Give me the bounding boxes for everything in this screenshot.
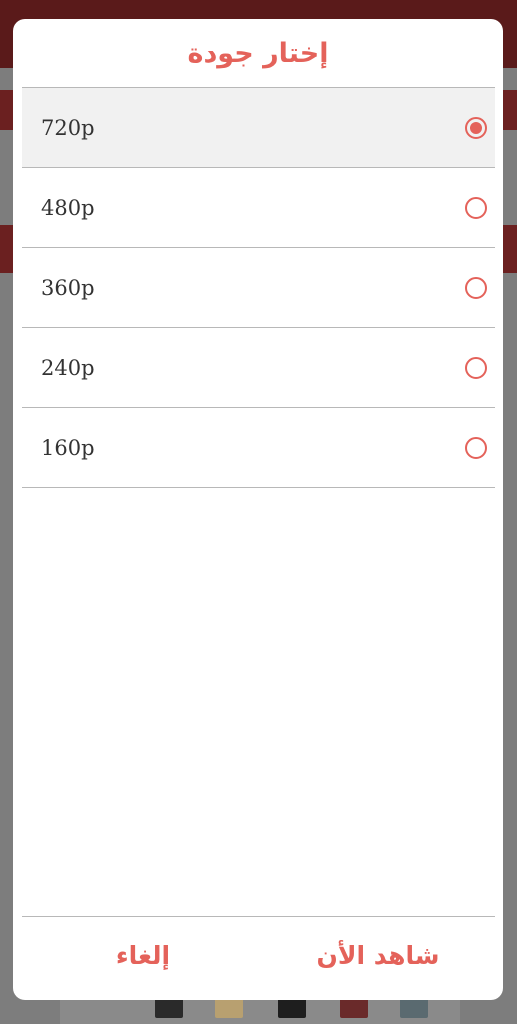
dialog-title: إختار جودة bbox=[187, 37, 329, 69]
quality-option-160p[interactable]: 160p bbox=[22, 408, 495, 488]
background-thumbnail bbox=[155, 998, 183, 1018]
radio-unselected-icon[interactable] bbox=[465, 276, 487, 299]
background-thumbnail bbox=[278, 998, 306, 1018]
radio-dot bbox=[470, 121, 482, 134]
watch-now-button[interactable]: شاهد الأن bbox=[293, 917, 463, 993]
radio-unselected-icon[interactable] bbox=[465, 356, 487, 379]
quality-option-720p[interactable]: 720p bbox=[22, 88, 495, 168]
background-card-strip bbox=[503, 90, 517, 130]
quality-option-360p[interactable]: 360p bbox=[22, 248, 495, 328]
radio-unselected-icon[interactable] bbox=[465, 196, 487, 219]
quality-option-label: 160p bbox=[41, 435, 95, 460]
quality-dialog: إختار جودة 720p 480p 360p 240p 160p إلغا… bbox=[13, 19, 503, 1000]
quality-option-label: 480p bbox=[41, 195, 95, 220]
background-card-strip bbox=[0, 90, 14, 130]
cancel-button[interactable]: إلغاء bbox=[73, 917, 213, 993]
radio-selected-icon[interactable] bbox=[465, 116, 487, 139]
background-thumbnail bbox=[215, 998, 243, 1018]
background-card-strip bbox=[503, 225, 517, 273]
dialog-footer: إلغاء شاهد الأن bbox=[13, 917, 503, 1000]
radio-unselected-icon[interactable] bbox=[465, 436, 487, 459]
background-thumbnail bbox=[340, 998, 368, 1018]
quality-option-480p[interactable]: 480p bbox=[22, 168, 495, 248]
background-card-strip bbox=[0, 225, 14, 273]
quality-option-label: 720p bbox=[41, 115, 95, 140]
quality-options-list: 720p 480p 360p 240p 160p bbox=[22, 87, 495, 488]
quality-option-240p[interactable]: 240p bbox=[22, 328, 495, 408]
background-thumbnail bbox=[400, 998, 428, 1018]
quality-option-label: 240p bbox=[41, 355, 95, 380]
quality-option-label: 360p bbox=[41, 275, 95, 300]
